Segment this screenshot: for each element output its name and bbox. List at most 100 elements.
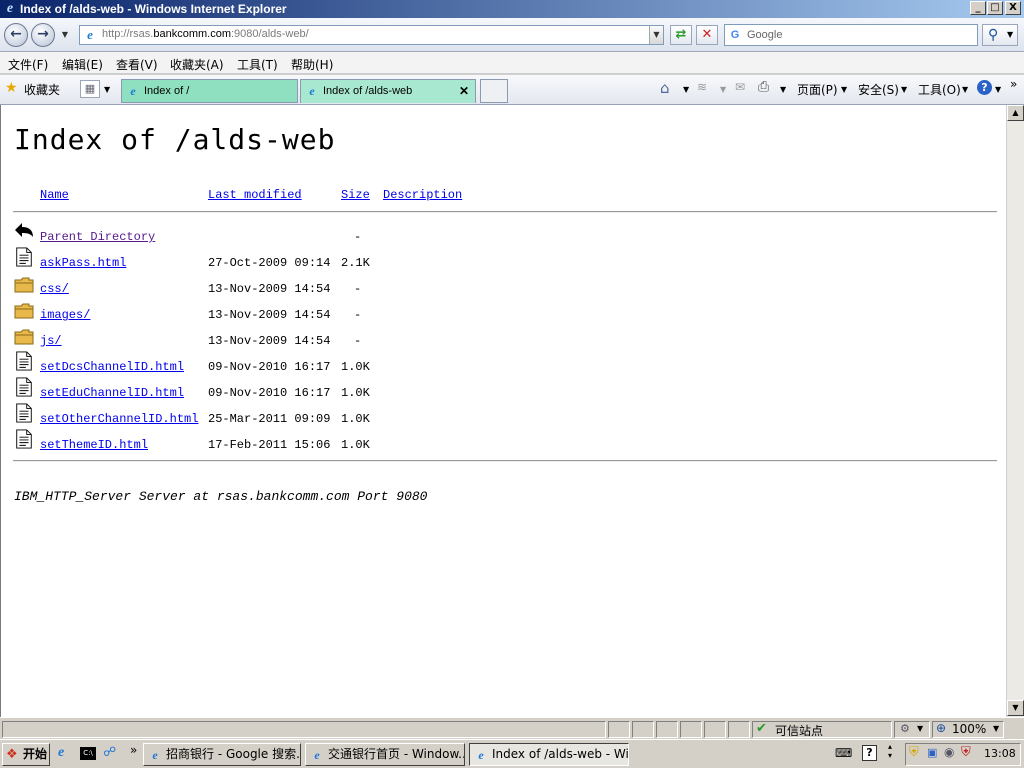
start-button[interactable]: ❖ 开始 bbox=[2, 743, 50, 766]
protected-mode-icon: ⚙ bbox=[900, 722, 910, 735]
file-icon bbox=[16, 429, 32, 449]
column-description-link[interactable]: Description bbox=[383, 188, 462, 202]
language-help-icon[interactable]: ? bbox=[862, 745, 877, 761]
file-icon bbox=[16, 403, 32, 423]
security-zone[interactable]: ✔ 可信站点 bbox=[752, 721, 892, 738]
tab-list-dropdown-icon[interactable]: ▼ bbox=[104, 85, 110, 94]
protected-mode[interactable]: ⚙ ▼ bbox=[894, 721, 930, 738]
file-date: 09-Nov-2010 16:17 bbox=[208, 386, 331, 400]
tab-label: Index of /alds-web bbox=[323, 85, 413, 97]
file-link[interactable]: css/ bbox=[40, 282, 69, 296]
feeds-dropdown-icon[interactable]: ▼ bbox=[720, 85, 726, 94]
tab-index-root[interactable]: e Index of / bbox=[121, 79, 298, 103]
search-placeholder: Google bbox=[747, 29, 783, 41]
page-menu[interactable]: 页面(P) bbox=[797, 81, 838, 98]
audio-icon[interactable]: ◉ bbox=[944, 745, 954, 759]
file-link[interactable]: setThemeID.html bbox=[40, 438, 148, 452]
zoom-control[interactable]: ⊕ 100% ▼ bbox=[932, 721, 1004, 738]
security-shield-icon[interactable]: ⛨ bbox=[909, 745, 919, 760]
zoom-icon: ⊕ bbox=[936, 721, 947, 735]
search-button[interactable]: ⚲ ▼ bbox=[982, 24, 1018, 46]
url-prefix: http://rsas. bbox=[102, 28, 154, 40]
back-button[interactable]: ← bbox=[4, 23, 28, 47]
file-link[interactable]: setOtherChannelID.html bbox=[40, 412, 198, 426]
column-modified-link[interactable]: Last modified bbox=[208, 188, 302, 202]
menu-help[interactable]: 帮助(H) bbox=[291, 56, 333, 73]
quicklaunch-browser-icon[interactable]: ☍ bbox=[103, 745, 116, 760]
quicklaunch-more-icon[interactable]: » bbox=[130, 743, 137, 757]
safety-menu[interactable]: 安全(S) bbox=[858, 81, 899, 98]
column-name-link[interactable]: Name bbox=[40, 188, 69, 202]
chevron-more-icon[interactable]: » bbox=[1010, 77, 1017, 91]
menu-file[interactable]: 文件(F) bbox=[8, 56, 48, 73]
refresh-icon[interactable]: ⇄ bbox=[670, 25, 692, 45]
file-size: - bbox=[354, 308, 362, 322]
home-dropdown-icon[interactable]: ▼ bbox=[683, 85, 689, 94]
search-dropdown-icon[interactable]: ▼ bbox=[1007, 25, 1013, 45]
status-panel bbox=[632, 721, 654, 738]
list-item: setOtherChannelID.html 25-Mar-2011 09:09 1… bbox=[1, 403, 1001, 431]
window-title: Index of /alds-web - Windows Internet Ex… bbox=[20, 2, 287, 16]
folder-icon bbox=[14, 303, 34, 319]
close-button[interactable]: X bbox=[1005, 1, 1021, 15]
file-date: 13-Nov-2009 14:54 bbox=[208, 308, 331, 322]
taskbar-window-cmb[interactable]: e 招商银行 - Google 搜索... bbox=[143, 743, 301, 766]
favorites-star-icon[interactable]: ★ bbox=[5, 80, 18, 96]
file-link[interactable]: askPass.html bbox=[40, 256, 126, 270]
file-link[interactable]: js/ bbox=[40, 334, 62, 348]
address-dropdown-icon[interactable]: ▼ bbox=[649, 26, 663, 44]
keyboard-icon[interactable]: ⌨ bbox=[835, 746, 852, 760]
print-dropdown-icon[interactable]: ▼ bbox=[780, 85, 786, 94]
help-icon[interactable]: ? bbox=[977, 80, 992, 95]
file-link[interactable]: setDcsChannelID.html bbox=[40, 360, 184, 374]
file-link[interactable]: images/ bbox=[40, 308, 90, 322]
home-icon[interactable]: ⌂ bbox=[660, 79, 670, 97]
tab-index-alds-web[interactable]: e Index of /alds-web ✕ bbox=[300, 79, 476, 103]
file-date: 13-Nov-2009 14:54 bbox=[208, 334, 331, 348]
tab-close-icon[interactable]: ✕ bbox=[459, 80, 469, 102]
history-dropdown-icon[interactable]: ▼ bbox=[58, 26, 72, 44]
network-icon[interactable]: ▣ bbox=[927, 746, 937, 759]
antivirus-icon[interactable]: ⛨ bbox=[961, 745, 971, 760]
vertical-scrollbar[interactable]: ▲ ▼ bbox=[1006, 105, 1024, 717]
taskbar-window-alds-web[interactable]: e Index of /alds-web - Win... bbox=[469, 743, 629, 766]
file-size: 1.0K bbox=[341, 412, 370, 426]
minimize-button[interactable]: _ bbox=[970, 1, 986, 15]
feeds-icon[interactable]: ≋ bbox=[697, 80, 707, 94]
tools-menu[interactable]: 工具(O) bbox=[918, 81, 961, 98]
window-title-bar[interactable]: e Index of /alds-web - Windows Internet … bbox=[0, 0, 1024, 18]
menu-view[interactable]: 查看(V) bbox=[116, 56, 158, 73]
menu-edit[interactable]: 编辑(E) bbox=[62, 56, 103, 73]
taskbar-window-bankcomm[interactable]: e 交通银行首页 - Window... bbox=[305, 743, 465, 766]
zoom-dropdown-icon: ▼ bbox=[993, 724, 1000, 733]
menu-tools[interactable]: 工具(T) bbox=[237, 56, 278, 73]
new-tab-button[interactable] bbox=[480, 79, 508, 103]
scroll-down-icon[interactable]: ▼ bbox=[1007, 700, 1024, 716]
tab-page-icon: e bbox=[130, 84, 136, 98]
maximize-button[interactable]: □ bbox=[987, 1, 1003, 15]
taskbar-window-label: Index of /alds-web - Win... bbox=[492, 747, 629, 761]
menu-favorites[interactable]: 收藏夹(A) bbox=[170, 56, 224, 73]
parent-directory-link[interactable]: Parent Directory bbox=[40, 230, 155, 244]
page-icon: e bbox=[87, 27, 93, 42]
language-bar-arrows-icon[interactable]: ▴ ▾ bbox=[888, 742, 892, 760]
windows-logo-icon: ❖ bbox=[6, 747, 18, 762]
search-input[interactable]: G Google bbox=[724, 24, 978, 46]
quicklaunch-ie-icon[interactable]: e bbox=[58, 745, 64, 761]
column-size-link[interactable]: Size bbox=[341, 188, 370, 202]
print-icon[interactable]: ⎙ bbox=[758, 79, 769, 95]
file-icon bbox=[16, 377, 32, 397]
zone-label: 可信站点 bbox=[775, 724, 824, 738]
ie-logo-icon: e bbox=[6, 1, 14, 16]
stop-icon[interactable]: ✕ bbox=[696, 25, 718, 45]
menu-bar: 文件(F) 编辑(E) 查看(V) 收藏夹(A) 工具(T) 帮助(H) bbox=[0, 52, 1024, 74]
forward-button[interactable]: → bbox=[31, 23, 55, 47]
favorites-button[interactable]: 收藏夹 bbox=[24, 81, 60, 98]
quick-tabs-icon[interactable]: ▦ bbox=[80, 80, 100, 98]
file-link[interactable]: setEduChannelID.html bbox=[40, 386, 184, 400]
page-title: Index of /alds-web bbox=[14, 123, 336, 156]
address-field[interactable]: e http://rsas.bankcomm.com:9080/alds-web… bbox=[79, 25, 664, 45]
scroll-up-icon[interactable]: ▲ bbox=[1007, 105, 1024, 121]
quicklaunch-cmd-icon[interactable]: C:\ bbox=[80, 747, 96, 760]
mail-icon[interactable]: ✉ bbox=[735, 80, 745, 94]
